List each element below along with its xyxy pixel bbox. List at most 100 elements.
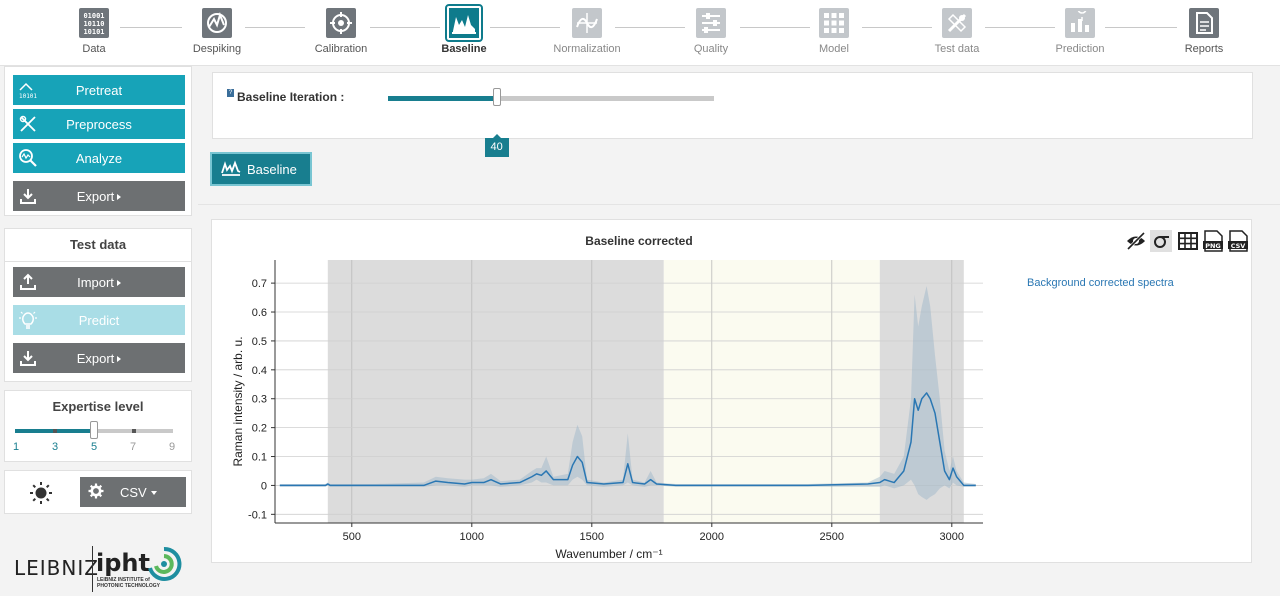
caret-down-icon [150, 491, 157, 496]
settings-row: CSV [4, 470, 192, 514]
preprocess-label: Preprocess [66, 116, 132, 132]
import-label: Import [43, 275, 185, 290]
baseline-chart[interactable]: Baseline corrected 500 1000 1500 2000 2500 300… [212, 220, 1251, 562]
format-value: CSV [120, 484, 147, 500]
test-data-panel: Test data Import Predict Export [4, 228, 192, 382]
step-calibration[interactable]: Calibration [296, 8, 386, 55]
step-normalization[interactable]: Normalization [542, 8, 632, 55]
y-tick-label: 0.2 [252, 423, 267, 435]
predict-button[interactable]: Predict [13, 305, 185, 335]
logo-ipht-text: ipht [96, 549, 150, 577]
y-tick-label: 0.3 [252, 394, 267, 406]
step-label: Despiking [192, 43, 242, 55]
svg-text:01001: 01001 [83, 12, 104, 20]
logo-leibniz-text: LEIBNIZ [14, 556, 99, 580]
expertise-tick [53, 429, 57, 433]
pretreat-icon: 10101 [13, 75, 43, 105]
png-export-icon[interactable]: PNG [1202, 230, 1224, 252]
analyze-search-icon [13, 143, 43, 173]
expertise-tick [132, 429, 136, 433]
step-model[interactable]: Model [789, 8, 879, 55]
upload-icon [13, 267, 43, 297]
export-test-text: Export [76, 350, 115, 366]
step-label: Reports [1184, 43, 1224, 55]
gear-icon [88, 483, 104, 502]
svg-text:10101: 10101 [83, 28, 104, 36]
import-text: Import [77, 274, 114, 290]
format-label: CSV [120, 485, 157, 500]
main-content: ? Baseline Iteration : 40 Baseline Basel… [198, 66, 1280, 596]
theme-sun-icon[interactable] [29, 481, 53, 510]
x-tick-label: 1000 [460, 531, 484, 543]
expertise-level-9[interactable]: 9 [167, 441, 177, 453]
hide-eye-icon[interactable] [1125, 230, 1147, 252]
x-tick-label: 500 [343, 531, 361, 543]
step-label: Calibration [314, 43, 368, 55]
iteration-value-badge: 40 [484, 134, 509, 157]
export-test-button[interactable]: Export [13, 343, 185, 373]
import-button[interactable]: Import [13, 267, 185, 297]
expertise-level-1[interactable]: 1 [11, 441, 21, 453]
step-despiking[interactable]: Despiking [172, 8, 262, 55]
x-axis-label: Wavenumber / cm⁻¹ [555, 547, 662, 561]
svg-text:10110: 10110 [83, 20, 104, 28]
lightbulb-icon [13, 305, 43, 335]
pretreat-button[interactable]: 10101 Pretreat [13, 75, 185, 105]
step-test-data[interactable]: Test data [912, 8, 1002, 55]
preprocess-icon [13, 109, 43, 139]
predict-label: Predict [78, 312, 120, 328]
logo-swirl-icon [146, 546, 182, 587]
baseline-button[interactable]: Baseline [210, 152, 312, 186]
step-label: Test data [934, 43, 980, 55]
x-tick-label: 3000 [940, 531, 964, 543]
help-icon[interactable]: ? [227, 89, 234, 97]
download-icon [13, 181, 43, 211]
step-label: Model [819, 43, 849, 55]
expertise-handle[interactable] [90, 421, 98, 439]
y-tick-label: 0.7 [252, 278, 267, 290]
expertise-panel: Expertise level 1 3 5 7 9 [4, 390, 192, 462]
step-data[interactable]: 01001 10110 10101 Data [49, 8, 139, 55]
baseline-spectrum-icon [221, 159, 241, 179]
test-data-title: Test data [69, 237, 127, 252]
export-test-label: Export [43, 351, 185, 366]
step-quality[interactable]: Quality [666, 8, 756, 55]
expertise-slider[interactable] [15, 421, 173, 439]
test-data-icon [942, 8, 972, 38]
export-button[interactable]: Export [13, 181, 185, 211]
analyze-button[interactable]: Analyze [13, 143, 185, 173]
svg-text:CSV: CSV [1231, 242, 1246, 250]
y-tick-label: 0.1 [252, 452, 267, 464]
baseline-spectrum-icon [445, 4, 483, 42]
y-tick-label: 0.6 [252, 307, 267, 319]
y-tick-label: 0.5 [252, 336, 267, 348]
iteration-fill [388, 96, 497, 101]
expertise-level-7[interactable]: 7 [128, 441, 138, 453]
expertise-level-3[interactable]: 3 [50, 441, 60, 453]
y-tick-label: 0.4 [252, 365, 267, 377]
csv-export-icon[interactable]: CSV [1227, 230, 1249, 252]
step-baseline[interactable]: Baseline [419, 4, 509, 55]
baseline-iteration-slider[interactable]: 40 [388, 88, 714, 157]
table-grid-icon[interactable] [1177, 230, 1199, 252]
legend-entry[interactable]: Background corrected spectra [1027, 277, 1174, 289]
expertise-level-5[interactable]: 5 [89, 441, 99, 453]
format-dropdown[interactable]: CSV [80, 477, 186, 507]
binary-data-icon: 01001 10110 10101 [79, 8, 109, 38]
step-prediction[interactable]: Prediction [1035, 8, 1125, 55]
workflow-bar: 01001 10110 10101 Data Despiking Calibrati… [0, 0, 1280, 66]
step-label: Prediction [1055, 43, 1105, 55]
sigma-icon[interactable] [1150, 230, 1172, 252]
sliders-icon [696, 8, 726, 38]
y-tick-label: 0 [261, 480, 267, 492]
preprocess-button[interactable]: Preprocess [13, 109, 185, 139]
step-label: Baseline [441, 43, 487, 55]
export-text: Export [76, 188, 115, 204]
svg-text:PNG: PNG [1205, 242, 1221, 250]
caret-right-icon [117, 356, 122, 363]
report-document-icon [1189, 8, 1219, 38]
iteration-handle[interactable] [492, 88, 501, 106]
baseline-iteration-card: ? Baseline Iteration : 40 [212, 72, 1253, 157]
chart-title: Baseline corrected [585, 234, 692, 248]
step-reports[interactable]: Reports [1159, 8, 1249, 55]
